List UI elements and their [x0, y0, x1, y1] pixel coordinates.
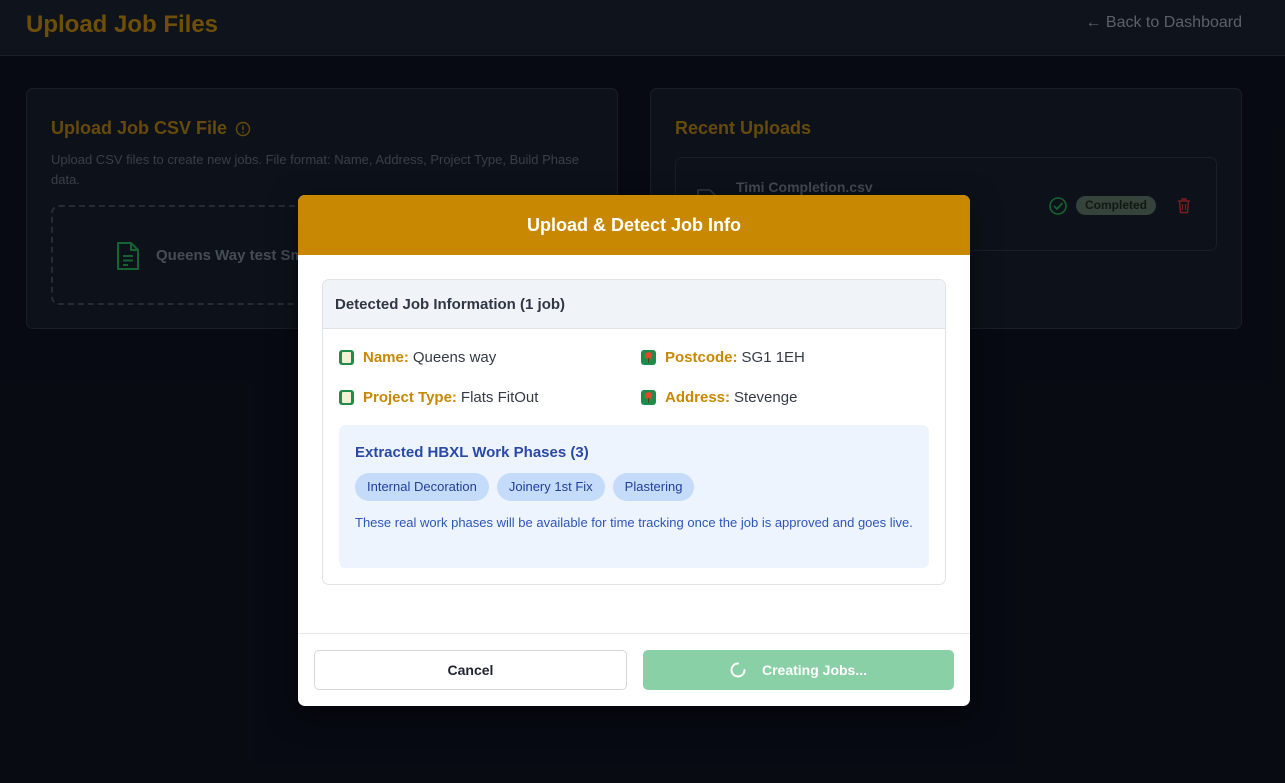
upload-detect-modal: Upload & Detect Job Info Detected Job In…	[298, 195, 970, 706]
work-phases-note: These real work phases will be available…	[355, 515, 913, 530]
postcode-value: SG1 1EH	[741, 349, 805, 366]
field-project-type: Project Type: Flats FitOut	[339, 389, 538, 406]
field-address: Address: Stevenge	[641, 389, 797, 406]
create-jobs-button-label: Creating Jobs...	[761, 662, 868, 678]
detected-job-header: Detected Job Information (1 job)	[323, 280, 945, 329]
detected-job-title: Detected Job Information (1 job)	[335, 295, 566, 313]
field-name: Name: Queens way	[339, 349, 496, 366]
work-phase-chips: Internal Decoration Joinery 1st Fix Plas…	[355, 473, 695, 501]
address-value: Stevenge	[734, 389, 798, 406]
name-value: Queens way	[412, 349, 497, 366]
modal-title: Upload & Detect Job Info	[526, 214, 741, 235]
postcode-label: Postcode:	[665, 349, 738, 366]
loading-spinner-icon	[730, 662, 746, 678]
project-type-label: Project Type:	[363, 389, 457, 406]
address-label: Address:	[665, 389, 731, 406]
clipboard-icon	[339, 390, 354, 405]
notebook-icon	[339, 350, 354, 365]
modal-footer: Cancel Creating Jobs...	[298, 633, 970, 706]
map-pin-icon	[641, 390, 656, 405]
name-label: Name:	[363, 349, 409, 366]
project-type-value: Flats FitOut	[460, 389, 539, 406]
work-phases-panel: Extracted HBXL Work Phases (3) Internal …	[339, 425, 929, 568]
modal-header: Upload & Detect Job Info	[298, 195, 970, 255]
cancel-button-label: Cancel	[447, 662, 494, 678]
field-postcode: Postcode: SG1 1EH	[641, 349, 805, 366]
cancel-button[interactable]: Cancel	[314, 650, 627, 690]
work-phases-title: Extracted HBXL Work Phases (3)	[355, 444, 589, 461]
phase-chip: Plastering	[612, 473, 695, 501]
map-pin-icon	[641, 350, 656, 365]
phase-chip: Internal Decoration	[355, 473, 489, 501]
phase-chip: Joinery 1st Fix	[496, 473, 605, 501]
detected-job-info-panel: Detected Job Information (1 job) Name: Q…	[322, 279, 946, 585]
create-jobs-button[interactable]: Creating Jobs...	[643, 650, 954, 690]
